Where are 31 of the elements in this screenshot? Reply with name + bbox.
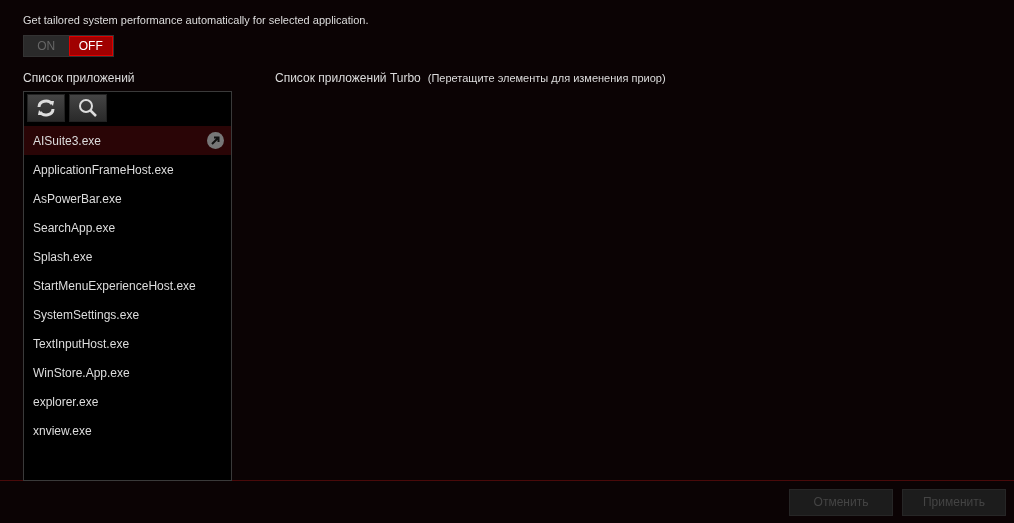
app-list-item[interactable]: AISuite3.exe xyxy=(24,126,231,155)
list-title: Список приложений xyxy=(23,70,136,87)
app-name: AISuite3.exe xyxy=(33,132,102,150)
description-text: Get tailored system performance automatically for selected application. xyxy=(23,13,369,28)
app-name: TextInputHost.exe xyxy=(33,335,130,353)
search-button[interactable] xyxy=(69,94,107,122)
app-list-item[interactable]: SystemSettings.exe xyxy=(24,300,231,329)
search-icon xyxy=(78,98,98,118)
turbo-list-title: Список приложений Turbo xyxy=(275,70,421,87)
app-list-item[interactable]: AsPowerBar.exe xyxy=(24,184,231,213)
app-list-item[interactable]: ApplicationFrameHost.exe xyxy=(24,155,231,184)
app-name: StartMenuExperienceHost.exe xyxy=(33,277,196,295)
app-name: AsPowerBar.exe xyxy=(33,190,122,208)
app-list-item[interactable]: explorer.exe xyxy=(24,387,231,416)
app-name: xnview.exe xyxy=(33,422,92,440)
app-list-item[interactable]: SearchApp.exe xyxy=(24,213,231,242)
app-list-item[interactable]: TextInputHost.exe xyxy=(24,329,231,358)
app-name: Splash.exe xyxy=(33,248,93,266)
app-list-item[interactable]: Splash.exe xyxy=(24,242,231,271)
app-name: ApplicationFrameHost.exe xyxy=(33,161,174,179)
app-list-item[interactable]: StartMenuExperienceHost.exe xyxy=(24,271,231,300)
toggle-option[interactable]: OFF xyxy=(68,36,113,56)
refresh-icon xyxy=(35,98,57,118)
turbo-list-hint: (Перетащите элементы для изменения приор) xyxy=(427,71,666,86)
refresh-button[interactable] xyxy=(27,94,65,122)
app-list-item[interactable]: xnview.exe xyxy=(24,416,231,445)
app-name: SearchApp.exe xyxy=(33,219,116,237)
app-name: explorer.exe xyxy=(33,393,99,411)
app-name: SystemSettings.exe xyxy=(33,306,140,324)
app-list-item[interactable]: WinStore.App.exe xyxy=(24,358,231,387)
app-name: WinStore.App.exe xyxy=(33,364,130,382)
